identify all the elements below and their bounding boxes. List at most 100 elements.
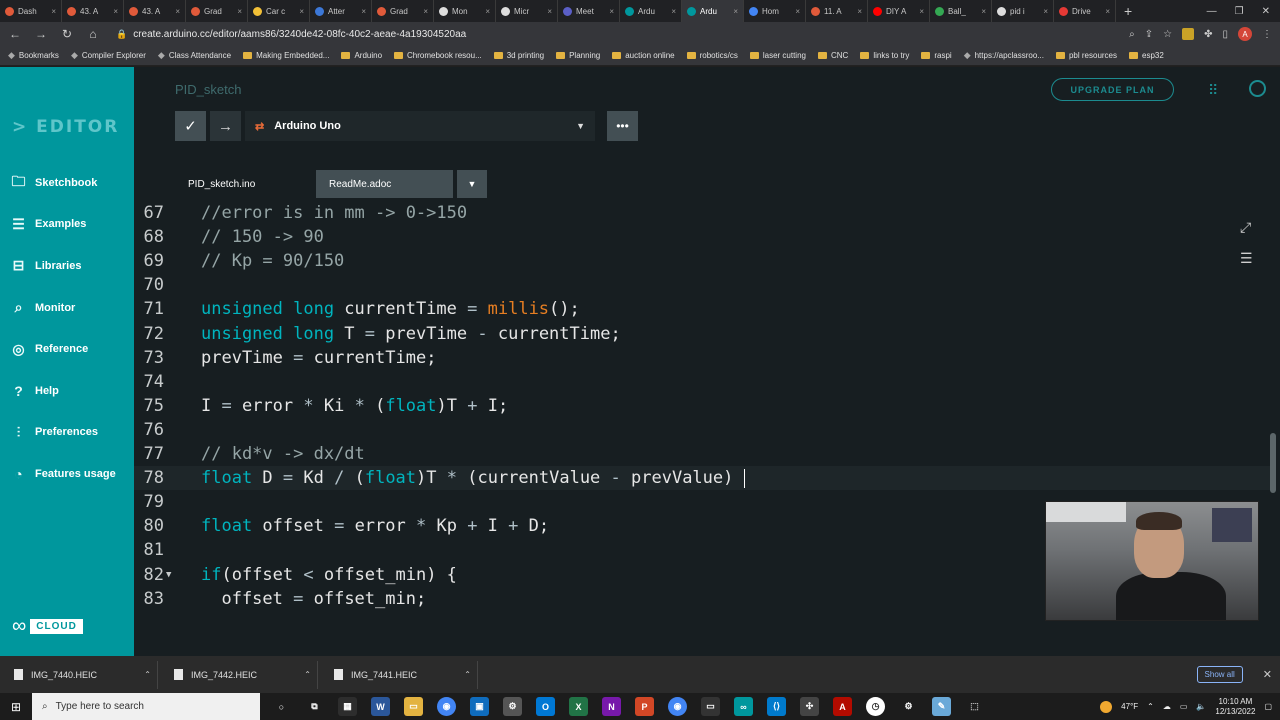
browser-tab[interactable]: Mon × [434,0,496,22]
network-icon[interactable]: ▭ [1180,702,1188,711]
download-item[interactable]: IMG_7440.HEIC ⌃ [8,660,158,689]
tab-close-icon[interactable]: × [919,7,924,16]
arduino-app-icon[interactable]: ∞ [734,697,753,716]
file-explorer-icon[interactable]: ▭ [404,697,423,716]
code-line[interactable]: 72 unsigned long T = prevTime - currentTi… [134,322,1274,346]
bookmark-item[interactable]: ◆ Bookmarks [8,50,59,61]
bookmark-star-icon[interactable]: ☆ [1163,29,1172,40]
extension-icon[interactable] [1182,28,1195,40]
fold-icon[interactable]: ▼ [166,563,171,587]
download-item[interactable]: IMG_7441.HEIC ⌃ [328,660,478,689]
zoom-icon[interactable]: ⌕ [1129,29,1135,40]
tab-close-icon[interactable]: × [547,7,552,16]
user-account-icon[interactable] [1249,80,1266,97]
sidebar-item-examples[interactable]: ☰ Examples [0,204,134,246]
browser-tab[interactable]: Grad × [186,0,248,22]
browser-tab[interactable]: Hom × [744,0,806,22]
chevron-up-icon[interactable]: ⌃ [464,670,471,679]
profile-avatar[interactable]: A [1238,27,1252,41]
tab-pid-sketch-ino[interactable]: PID_sketch.ino [175,170,312,198]
tab-close-icon[interactable]: × [113,7,118,16]
verify-button[interactable]: ✓ [175,111,206,141]
browser-tab[interactable]: Ball_ × [930,0,992,22]
outlook-icon[interactable]: O [536,697,555,716]
code-line[interactable]: 75 I = error * Ki * (float)T + I; [134,394,1274,418]
sidepanel-icon[interactable]: ▯ [1222,29,1228,40]
bookmark-item[interactable]: ◆ https://apclassroo... [964,50,1044,61]
tab-readme-adoc[interactable]: ReadMe.adoc [316,170,453,198]
store-icon[interactable]: ▣ [470,697,489,716]
chevron-up-icon[interactable]: ⌃ [144,670,151,679]
upload-button[interactable]: → [210,111,241,141]
url-field[interactable]: 🔒 create.arduino.cc/editor/aams86/3240de… [112,25,1117,43]
browser-tab[interactable]: 43. A × [62,0,124,22]
sidebar-item-sketchbook[interactable]: 🗀 Sketchbook [0,162,134,204]
gear-icon[interactable]: ⚙ [899,697,918,716]
notifications-icon[interactable]: ▢ [1264,702,1272,711]
tab-close-icon[interactable]: × [733,7,738,16]
tab-close-icon[interactable]: × [485,7,490,16]
close-window-icon[interactable]: ✕ [1262,6,1270,17]
browser-tab[interactable]: 11. A × [806,0,868,22]
more-options-button[interactable]: ••• [607,111,638,141]
browser-tab[interactable]: Ardu × [620,0,682,22]
tab-close-icon[interactable]: × [981,7,986,16]
outline-icon[interactable]: ☰ [1240,250,1253,267]
apps-grid-icon[interactable]: ⠿ [1208,82,1218,99]
onedrive-icon[interactable]: ☁ [1163,702,1171,711]
bookmark-item[interactable]: Chromebook resou... [394,51,482,60]
fullscreen-icon[interactable]: ⤢ [1240,219,1253,236]
terminal-icon[interactable]: ▭ [701,697,720,716]
taskbar-search[interactable]: ⌕ Type here to search [32,693,260,720]
clock-app-icon[interactable]: ◷ [866,697,885,716]
forward-icon[interactable]: → [34,27,48,41]
settings-app-icon[interactable]: ⚙ [503,697,522,716]
download-item[interactable]: IMG_7442.HEIC ⌃ [168,660,318,689]
bookmark-item[interactable]: Making Embedded... [243,51,329,60]
browser-tab[interactable]: pid i × [992,0,1054,22]
calculator-icon[interactable]: ▦ [338,697,357,716]
tab-close-icon[interactable]: × [51,7,56,16]
code-line[interactable]: 76 [134,418,1274,442]
temperature[interactable]: 47°F [1121,702,1138,711]
new-tab-button[interactable]: + [1116,3,1140,19]
sidebar-item-preferences[interactable]: ⫶ Preferences [0,412,134,454]
code-line[interactable]: 70 [134,273,1274,297]
vscode-icon[interactable]: ⟨⟩ [767,697,786,716]
bookmark-item[interactable]: links to try [860,51,909,60]
bookmark-item[interactable]: laser cutting [749,51,806,60]
chevron-up-icon[interactable]: ⌃ [1147,702,1154,711]
browser-tab[interactable]: Micr × [496,0,558,22]
home-icon[interactable]: ⌂ [86,27,100,41]
tab-close-icon[interactable]: × [1105,7,1110,16]
browser-tab[interactable]: Ardu × [682,0,744,22]
puzzle-icon[interactable]: ✤ [1204,29,1212,40]
maximize-icon[interactable]: ❐ [1235,6,1244,17]
cortana-icon[interactable]: ○ [272,697,291,716]
windows-start-icon[interactable]: ⊞ [0,693,32,720]
weather-icon[interactable] [1100,700,1113,713]
bookmark-item[interactable]: esp32 [1129,51,1164,60]
menu-icon[interactable]: ⋮ [1262,29,1272,40]
share-icon[interactable]: ⇪ [1145,29,1153,40]
tab-close-icon[interactable]: × [609,7,614,16]
bookmark-item[interactable]: auction online [612,51,675,60]
bookmark-item[interactable]: raspi [921,51,952,60]
bookmark-item[interactable]: robotics/cs [686,51,738,60]
chrome-profile-icon[interactable]: ◉ [668,697,687,716]
browser-tab[interactable]: 43. A × [124,0,186,22]
code-line[interactable]: 74 [134,370,1274,394]
bookmark-item[interactable]: 3d printing [493,51,544,60]
code-line[interactable]: 71 unsigned long currentTime = millis(); [134,297,1274,321]
browser-tab[interactable]: Dash × [0,0,62,22]
sidebar-item-help[interactable]: ? Help [0,370,134,412]
code-line[interactable]: 68 // 150 -> 90 [134,225,1274,249]
browser-tab[interactable]: Atter × [310,0,372,22]
word-icon[interactable]: W [371,697,390,716]
tab-close-icon[interactable]: × [175,7,180,16]
excel-icon[interactable]: X [569,697,588,716]
clock[interactable]: 10:10 AM 12/13/2022 [1215,697,1255,717]
code-line[interactable]: 69 // Kp = 90/150 [134,249,1274,273]
browser-tab[interactable]: DIY A × [868,0,930,22]
sidebar-item-features-usage[interactable]: ◔ Features usage [0,453,134,495]
